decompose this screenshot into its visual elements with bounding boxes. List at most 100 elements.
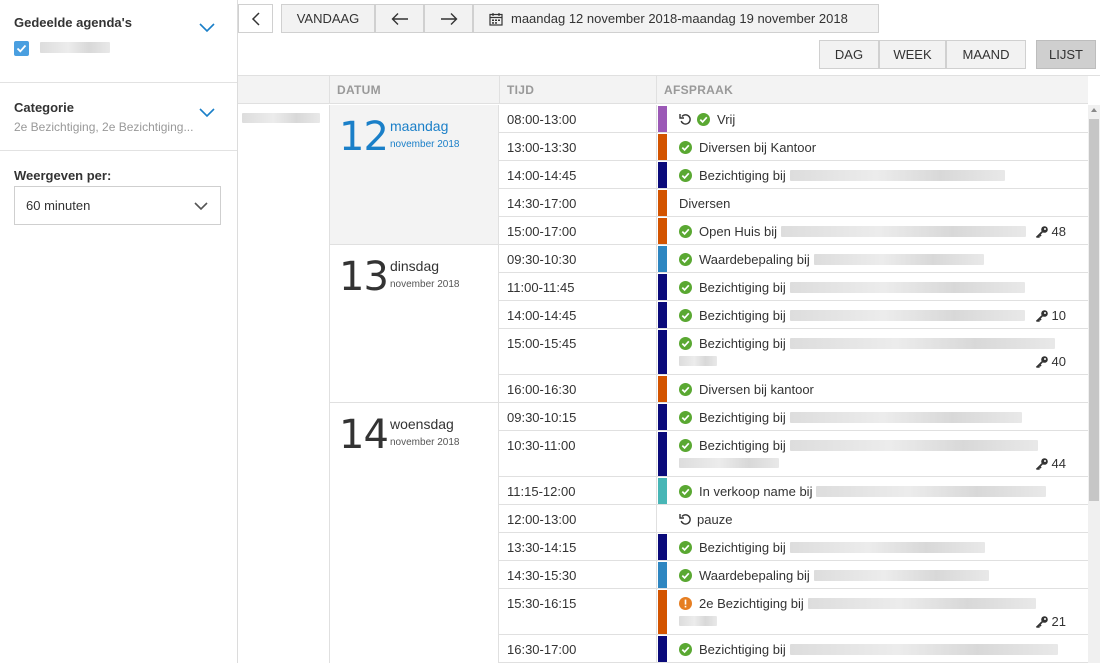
appointment-text: Diversen bij kantoor xyxy=(699,382,814,397)
appointment-title[interactable]: Open Huis bij xyxy=(679,224,1027,239)
category-color-bar xyxy=(658,162,667,188)
address-redacted xyxy=(679,616,717,626)
appointment-title[interactable]: Bezichtiging bij xyxy=(679,280,1025,295)
check-circle-icon xyxy=(679,253,692,266)
category-color-bar xyxy=(658,106,667,132)
view-day-button[interactable]: DAG xyxy=(819,40,879,69)
appointment-title[interactable]: Waardebepaling bij xyxy=(679,568,989,583)
view-list-button[interactable]: LIJST xyxy=(1036,40,1096,69)
table-row[interactable]: 11:00-11:45 Bezichtiging bij xyxy=(499,273,1088,301)
table-row[interactable]: 15:30-16:15 2e Bezichtiging bij 21 xyxy=(499,589,1088,635)
key-count-value: 44 xyxy=(1051,456,1066,471)
table-row[interactable]: 14:30-15:30 Waardebepaling bij xyxy=(499,561,1088,589)
appointment-title[interactable]: Bezichtiging bij xyxy=(679,308,1025,323)
appointment-text: Bezichtiging bij xyxy=(699,438,786,453)
scrollbar[interactable] xyxy=(1088,105,1100,663)
appointment-title[interactable]: In verkoop name bij xyxy=(679,484,1047,499)
table-row[interactable]: 14:00-14:45 Bezichtiging bij 10 xyxy=(499,301,1088,329)
category-color-bar xyxy=(658,330,667,374)
table-row[interactable]: 11:15-12:00 In verkoop name bij xyxy=(499,477,1088,505)
appointment-title[interactable]: Bezichtiging bij xyxy=(679,438,1038,453)
category-section: Categorie 2e Bezichtiging, 2e Bezichtigi… xyxy=(0,83,237,151)
table-row[interactable]: 13:30-14:15 Bezichtiging bij xyxy=(499,533,1088,561)
address-redacted xyxy=(789,644,1058,655)
appointment-time: 09:30-10:30 xyxy=(507,252,577,267)
appointment-title[interactable]: Bezichtiging bij xyxy=(679,540,985,555)
address-redacted xyxy=(789,412,1022,423)
appointment-title[interactable]: Bezichtiging bij xyxy=(679,410,1022,425)
appointment-title[interactable]: Bezichtiging bij xyxy=(679,168,1005,183)
table-row[interactable]: 16:00-16:30 Diversen bij kantoor xyxy=(499,375,1088,403)
appointment-time: 09:30-10:15 xyxy=(507,410,577,425)
appointment-time: 15:00-15:45 xyxy=(507,336,577,351)
table-row[interactable]: 14:30-17:00 Diversen xyxy=(499,189,1088,217)
table-row[interactable]: 13:00-13:30 Diversen bij Kantoor xyxy=(499,133,1088,161)
header-time: TIJD xyxy=(507,83,535,97)
table-row[interactable]: 15:00-17:00 Open Huis bij 48 xyxy=(499,217,1088,245)
appointment-title[interactable]: Bezichtiging bij xyxy=(679,642,1058,657)
check-circle-icon xyxy=(679,225,692,238)
appointment-time: 13:30-14:15 xyxy=(507,540,577,555)
scrollbar-thumb[interactable] xyxy=(1089,119,1099,501)
check-circle-icon xyxy=(679,411,692,424)
category-color-bar xyxy=(658,478,667,504)
table-row[interactable]: 09:30-10:15 Bezichtiging bij xyxy=(499,403,1088,431)
scroll-up-arrow-icon[interactable] xyxy=(1091,108,1097,112)
appointment-time: 08:00-13:00 xyxy=(507,112,577,127)
category-color-bar xyxy=(658,534,667,560)
today-button[interactable]: VANDAAG xyxy=(281,4,375,33)
appointment-title[interactable]: Diversen xyxy=(679,196,730,211)
table-row[interactable]: 15:00-15:45 Bezichtiging bij 40 xyxy=(499,329,1088,375)
column-divider xyxy=(499,76,500,104)
column-divider xyxy=(656,403,657,430)
previous-button[interactable] xyxy=(375,4,424,33)
table-row[interactable]: 16:30-17:00 Bezichtiging bij xyxy=(499,635,1088,663)
category-title: Categorie xyxy=(14,100,74,115)
category-color-bar xyxy=(658,218,667,244)
column-divider xyxy=(656,635,657,662)
appointment-time: 14:00-14:45 xyxy=(507,308,577,323)
column-divider xyxy=(656,505,657,532)
appointment-time: 15:00-17:00 xyxy=(507,224,577,239)
key-count: 40 xyxy=(1035,354,1066,369)
appointment-text: Bezichtiging bij xyxy=(699,168,786,183)
category-color-bar xyxy=(658,590,667,634)
appointment-title[interactable]: Diversen bij kantoor xyxy=(679,382,814,397)
table-row[interactable]: 10:30-11:00 Bezichtiging bij 44 xyxy=(499,431,1088,477)
table-row[interactable]: 08:00-13:00 Vrij xyxy=(499,105,1088,133)
appointment-time: 11:00-11:45 xyxy=(507,280,575,295)
address-redacted xyxy=(789,440,1038,451)
appointment-title[interactable]: 2e Bezichtiging bij xyxy=(679,596,1036,611)
arrow-right-icon xyxy=(440,12,457,25)
day-cell: 13 dinsdag november 2018 xyxy=(329,245,499,403)
shared-calendar-checkbox[interactable] xyxy=(14,41,29,56)
chevron-down-icon[interactable] xyxy=(199,108,215,118)
chevron-down-icon[interactable] xyxy=(199,23,215,33)
next-button[interactable] xyxy=(424,4,473,33)
table-row[interactable]: 14:00-14:45 Bezichtiging bij xyxy=(499,161,1088,189)
collapse-sidebar-button[interactable] xyxy=(238,4,273,33)
appointment-text: Bezichtiging bij xyxy=(699,540,786,555)
appointment-title[interactable]: Vrij xyxy=(679,112,735,127)
appointment-title[interactable]: Waardebepaling bij xyxy=(679,252,984,267)
table-row[interactable]: 12:00-13:00 pauze xyxy=(499,505,1088,533)
address-redacted xyxy=(679,458,779,468)
view-month-button[interactable]: MAAND xyxy=(946,40,1026,69)
column-divider xyxy=(329,76,330,104)
address-redacted xyxy=(813,570,989,581)
date-range-button[interactable]: maandag 12 november 2018-maandag 19 nove… xyxy=(473,4,879,33)
table-row[interactable]: 09:30-10:30 Waardebepaling bij xyxy=(499,245,1088,273)
key-count-value: 21 xyxy=(1051,614,1066,629)
view-week-button[interactable]: WEEK xyxy=(879,40,946,69)
appointment-text: 2e Bezichtiging bij xyxy=(699,596,804,611)
appointment-title[interactable]: Diversen bij Kantoor xyxy=(679,140,816,155)
appointment-text: Diversen xyxy=(679,196,731,211)
day-name: woensdag xyxy=(390,416,454,432)
recurring-icon xyxy=(679,514,691,525)
appointment-title[interactable]: pauze xyxy=(679,512,732,527)
appointment-time: 11:15-12:00 xyxy=(507,484,576,499)
day-month: november 2018 xyxy=(390,139,460,150)
category-color-bar xyxy=(658,404,667,430)
appointment-title[interactable]: Bezichtiging bij xyxy=(679,336,1055,351)
display-per-select[interactable]: 60 minuten xyxy=(14,186,221,225)
